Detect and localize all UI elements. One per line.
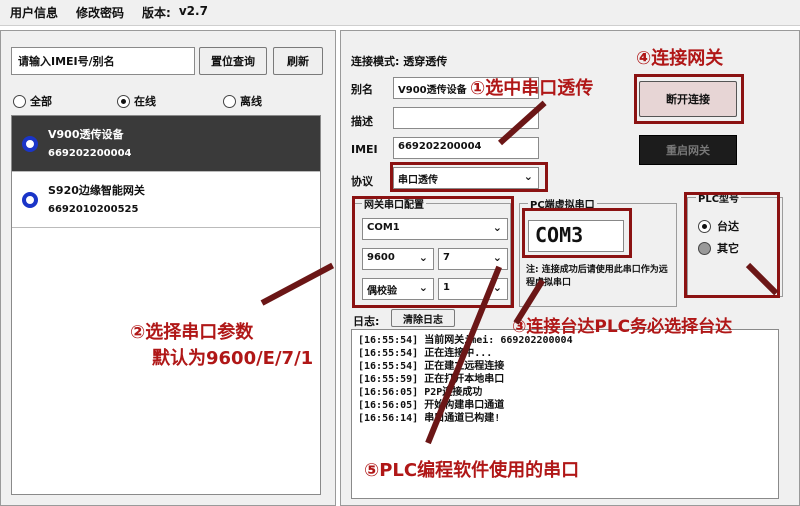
annotation-2b: 默认为9600/E/7/1 (152, 348, 314, 369)
device-imei: 669202200004 (48, 148, 132, 159)
imei-field[interactable]: 669202200004 (393, 137, 539, 159)
radio-icon (223, 94, 236, 108)
highlight-disconnect (634, 74, 744, 124)
menu-user-info[interactable]: 用户信息 (10, 4, 58, 21)
virtual-com-note: 注: 连接成功后请使用此串口作为远程虚拟串口 (526, 265, 668, 288)
annotation-3: ③连接台达PLC务必选择台达 (512, 317, 733, 337)
connection-mode: 连接模式: 透穿透传 (351, 55, 448, 68)
filter-all[interactable]: 全部 (13, 93, 52, 109)
device-name: V900透传设备 (48, 128, 124, 141)
filter-online-label: 在线 (134, 95, 156, 108)
search-input[interactable]: 请输入IMEI号/别名 (11, 47, 195, 75)
device-item[interactable]: V900透传设备 669202200004 (12, 116, 320, 172)
device-status-icon (22, 192, 38, 208)
highlight-protocol (390, 162, 548, 192)
radio-checked-icon (117, 94, 130, 108)
version-value: v2.7 (178, 4, 208, 18)
device-list: V900透传设备 669202200004 S920边缘智能网关 6692010… (11, 115, 321, 495)
log-line: [16:55:54] 正在连接中... (358, 348, 493, 359)
filter-all-label: 全部 (30, 95, 52, 108)
annotation-1: ①选中串口透传 (470, 78, 594, 99)
annotation-5: ⑤PLC编程软件使用的串口 (364, 460, 580, 481)
device-item[interactable]: S920边缘智能网关 6692010200525 (12, 172, 320, 228)
filter-offline[interactable]: 离线 (223, 93, 262, 109)
highlight-virtual-com (522, 208, 632, 258)
log-line: [16:55:54] 正在建立远程连接 (358, 361, 505, 372)
restart-gateway-button[interactable]: 重启网关 (639, 135, 737, 165)
filter-online[interactable]: 在线 (117, 93, 156, 109)
refresh-button[interactable]: 刷新 (273, 47, 323, 75)
desc-label: 描述 (351, 115, 373, 128)
device-status-icon (22, 136, 38, 152)
annotation-2: ②选择串口参数 (130, 322, 254, 343)
device-panel: 请输入IMEI号/别名 置位查询 刷新 全部 在线 离线 V900透传设备 66… (0, 30, 336, 506)
version-info: 版本: v2.7 (142, 4, 208, 21)
protocol-label: 协议 (351, 175, 373, 188)
filter-offline-label: 离线 (240, 95, 262, 108)
version-label: 版本: (142, 6, 171, 20)
clear-log-button[interactable]: 清除日志 (391, 309, 455, 327)
device-name: S920边缘智能网关 (48, 184, 145, 197)
log-label: 日志: (353, 315, 380, 328)
alias-label: 别名 (351, 83, 373, 96)
log-line: [16:55:59] 正在打开本地串口 (358, 374, 505, 385)
radio-icon (13, 94, 26, 108)
menu-bar: 用户信息 修改密码 版本: v2.7 (0, 0, 800, 26)
menu-change-password[interactable]: 修改密码 (76, 4, 124, 21)
annotation-4: ④连接网关 (636, 48, 724, 69)
log-line: [16:56:14] 串口通道已构建! (358, 413, 501, 424)
reset-query-button[interactable]: 置位查询 (199, 47, 267, 75)
log-line: [16:56:05] 开始构建串口通道 (358, 400, 505, 411)
imei-label: IMEI (351, 143, 378, 156)
device-imei: 6692010200525 (48, 204, 139, 215)
log-line: [16:56:05] P2P连接成功 (358, 387, 483, 398)
